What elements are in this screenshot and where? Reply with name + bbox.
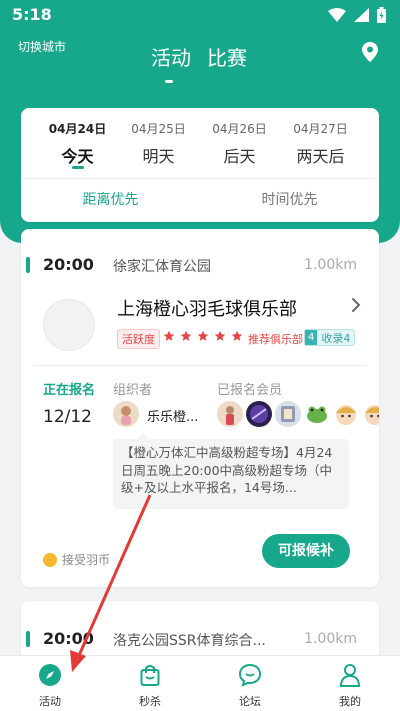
bottom-navigation: 活动 秒杀 论坛 我的 [0,655,400,711]
event-venue: 洛克公园SSR体育综合... [113,633,266,649]
battery-icon [377,7,386,23]
member-avatars [217,401,379,427]
divider [33,365,367,366]
star-icon [231,330,243,341]
star-icon [163,330,175,341]
top-tabs: 活动 比赛 [151,42,247,83]
member-avatar[interactable] [275,401,301,427]
member-avatar[interactable] [333,401,359,427]
status-icons [328,7,386,23]
waitlist-button[interactable]: 可报候补 [262,534,350,568]
status-time: 5:18 [12,5,52,24]
date-number: 04月27日 [293,122,348,136]
cartoon-face-icon [336,405,356,425]
member-avatar[interactable] [217,401,243,427]
club-name[interactable]: 上海橙心羽毛球俱乐部 [117,295,297,321]
date-tab-day-after[interactable]: 04月26日 后天 [199,120,280,170]
event-time: 20:00 [43,629,94,648]
nav-profile[interactable]: 我的 [300,656,400,711]
recommended-club-tag: 推荐俱乐部 [248,333,303,346]
organizer-avatar-icon [121,406,131,425]
date-label: 今天 [61,147,94,166]
date-tab-today[interactable]: 04月24日 今天 [37,120,118,170]
nav-label: 论坛 [239,695,261,708]
person-icon [339,664,361,687]
sort-options: 距离优先 时间优先 [21,178,379,222]
star-icon [197,330,209,341]
tab-matches[interactable]: 比赛 [207,42,247,71]
star-icon [180,330,192,341]
time-accent-bar [26,257,30,273]
collection-text: 收录4 [321,331,351,345]
signal-icon [354,8,369,22]
date-label: 明天 [142,147,175,166]
nav-flash-sale[interactable]: 秒杀 [100,656,200,711]
member-avatar[interactable] [362,401,379,427]
date-label: 后天 [223,147,256,166]
members-label: 已报名会员 [217,383,283,398]
collection-number: 4 [305,330,318,345]
activity-level-tag: 活跃度 [117,329,160,349]
registration-status: 正在报名 [43,383,96,398]
city-switch-button[interactable]: 切换城市 [18,38,66,55]
member-avatar-icon [250,405,268,423]
organizer-label: 组织者 [113,383,153,398]
date-tab-two-days-later[interactable]: 04月27日 两天后 [280,120,361,170]
shopping-bag-icon [140,665,160,686]
member-avatar[interactable] [246,401,272,427]
nav-label: 活动 [39,695,61,708]
event-distance: 1.00km [304,631,357,647]
activity-stars [163,330,243,342]
club-avatar[interactable] [43,299,95,351]
event-description[interactable]: 【橙心万体汇中高级粉超专场】4月24日周五晚上20:00中高级粉超专场（中级+及… [113,433,349,509]
date-label: 两天后 [296,147,345,166]
cartoon-face-icon [365,405,379,425]
member-avatar[interactable] [304,401,330,427]
event-venue: 徐家汇体育公园 [113,259,211,275]
sort-by-time[interactable]: 时间优先 [200,178,379,222]
date-selector-card: 04月24日 今天 04月25日 明天 04月26日 后天 04月27日 两天后… [21,108,379,222]
organizer-avatar[interactable] [113,401,139,427]
wifi-icon [328,8,346,22]
status-bar: 5:18 [0,0,400,30]
nav-forum[interactable]: 论坛 [200,656,300,711]
time-accent-bar [26,631,30,647]
active-date-indicator [72,166,84,169]
chevron-right-icon[interactable] [351,297,361,313]
star-icon [214,330,226,341]
date-number: 04月24日 [48,122,107,136]
nav-activities[interactable]: 活动 [0,656,100,711]
location-pin-icon[interactable] [362,42,378,62]
frog-icon [307,406,327,423]
date-tab-tomorrow[interactable]: 04月25日 明天 [118,120,199,170]
registration-count: 12/12 [43,407,92,427]
tab-activities[interactable]: 活动 [151,42,191,83]
accepts-coins-badge: 接受羽币 [43,551,110,568]
nav-label: 我的 [339,695,361,708]
organizer-name[interactable]: 乐乐橙... [147,406,198,425]
nav-label: 秒杀 [139,695,161,708]
event-card[interactable]: 20:00 徐家汇体育公园 1.00km 上海橙心羽毛球俱乐部 活跃度 推荐俱乐… [21,229,379,587]
chat-bubble-icon [238,663,262,687]
date-tabs: 04月24日 今天 04月25日 明天 04月26日 后天 04月27日 两天后 [21,120,379,170]
date-number: 04月25日 [131,122,186,136]
coin-icon [43,552,57,567]
date-number: 04月26日 [212,122,267,136]
compass-icon [39,664,61,686]
accepts-coins-label: 接受羽币 [62,553,111,567]
collection-badge: 4 收录4 [304,329,356,346]
member-avatar-icon [226,406,234,425]
member-avatar-icon [281,406,295,422]
event-card[interactable]: 20:00 洛克公园SSR体育综合... 1.00km [21,601,379,661]
sort-by-distance[interactable]: 距离优先 [21,178,200,222]
event-time: 20:00 [43,255,94,274]
event-distance: 1.00km [304,257,357,273]
